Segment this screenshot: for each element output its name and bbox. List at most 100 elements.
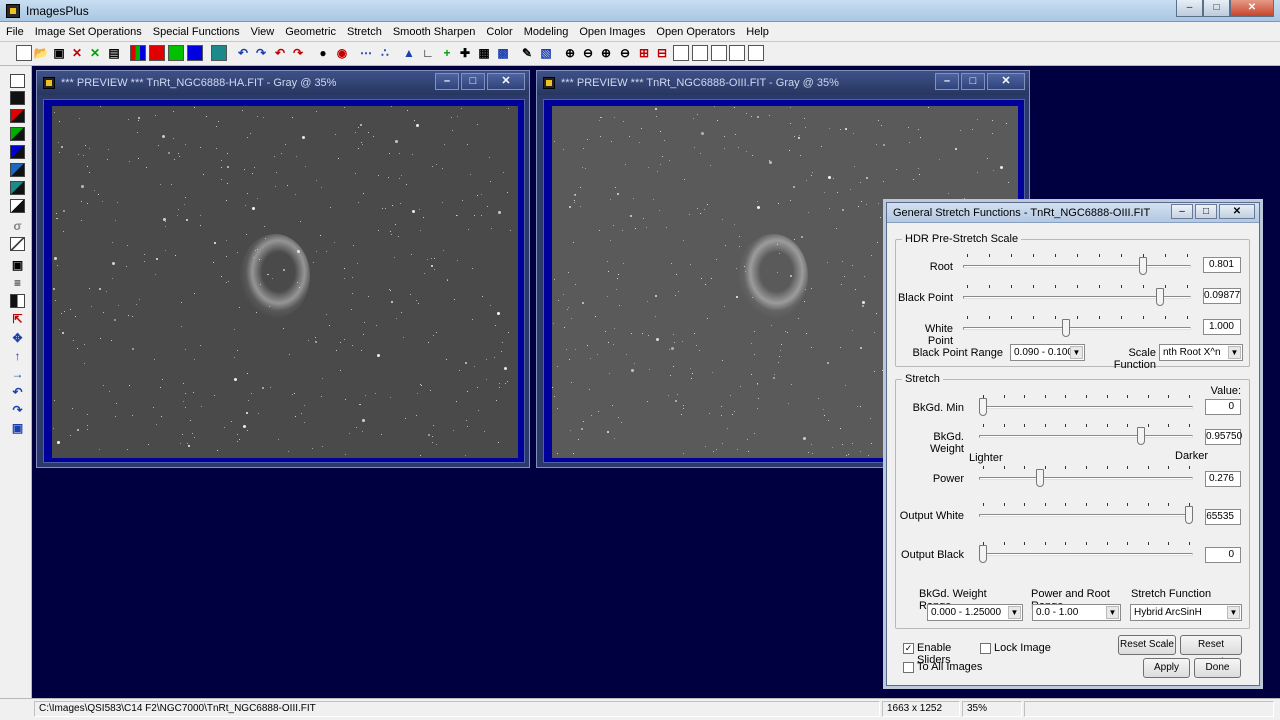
- output-white-value[interactable]: 65535: [1205, 509, 1241, 525]
- root-slider-thumb[interactable]: [1139, 257, 1147, 275]
- close-image-icon[interactable]: ✕: [69, 45, 85, 61]
- copy-icon[interactable]: ▣: [10, 421, 25, 435]
- zoom-actual-icon[interactable]: ⊖: [617, 45, 633, 61]
- chevron-down-icon[interactable]: ▼: [1070, 346, 1083, 359]
- menu-open-operators[interactable]: Open Operators: [656, 26, 735, 38]
- columns-icon[interactable]: ≡: [10, 276, 25, 290]
- undo-all-icon[interactable]: ↶: [272, 45, 288, 61]
- close-icon[interactable]: ✕: [987, 73, 1025, 90]
- bkgd-weight-slider-track[interactable]: [979, 435, 1193, 438]
- frame-1-icon[interactable]: [673, 45, 689, 61]
- minimize-icon[interactable]: –: [435, 73, 459, 90]
- menu-special-functions[interactable]: Special Functions: [153, 26, 240, 38]
- menu-help[interactable]: Help: [746, 26, 769, 38]
- chevron-down-icon[interactable]: ▼: [1008, 606, 1021, 619]
- cyan-tool-icon[interactable]: [10, 163, 25, 177]
- curve-icon[interactable]: ∟: [420, 45, 436, 61]
- zoom-fit-icon[interactable]: ⊕: [598, 45, 614, 61]
- bkgd-min-slider-track[interactable]: [979, 406, 1193, 409]
- chevron-down-icon[interactable]: ▼: [1106, 606, 1119, 619]
- gradient-tool-icon[interactable]: [10, 237, 25, 251]
- redo-icon[interactable]: ↷: [253, 45, 269, 61]
- bkgd-min-value[interactable]: 0: [1205, 399, 1241, 415]
- select-box-icon[interactable]: ▣: [10, 258, 25, 272]
- arrow-up-icon[interactable]: ↑: [10, 349, 25, 363]
- image-window-ha[interactable]: *** PREVIEW *** TnRt_NGC6888-HA.FIT - Gr…: [36, 70, 530, 468]
- menu-modeling[interactable]: Modeling: [524, 26, 569, 38]
- general-stretch-dialog[interactable]: General Stretch Functions - TnRt_NGC6888…: [886, 202, 1260, 686]
- app-title-bar[interactable]: ImagesPlus – □ ✕: [0, 0, 1280, 22]
- power-root-range-select[interactable]: 0.0 - 1.00 ▼: [1032, 604, 1121, 621]
- enable-sliders-checkbox[interactable]: ✓: [903, 643, 914, 654]
- menu-stretch[interactable]: Stretch: [347, 26, 382, 38]
- menu-image-set-operations[interactable]: Image Set Operations: [35, 26, 142, 38]
- maximize-icon[interactable]: □: [961, 73, 985, 90]
- to-all-images-checkbox[interactable]: [903, 662, 914, 673]
- black-point-range-select[interactable]: 0.090 - 0.100 ▼: [1010, 344, 1085, 361]
- save-tool-icon[interactable]: [10, 74, 25, 88]
- arrow-right-icon[interactable]: →: [10, 367, 25, 381]
- output-black-slider-thumb[interactable]: [979, 545, 987, 563]
- output-black-value[interactable]: 0: [1205, 547, 1241, 563]
- calculator-icon[interactable]: ▧: [538, 45, 554, 61]
- pencil-icon[interactable]: ✎: [519, 45, 535, 61]
- output-white-slider-thumb[interactable]: [1185, 506, 1193, 524]
- green-channel-icon[interactable]: [168, 45, 184, 61]
- image-window-title-bar[interactable]: *** PREVIEW *** TnRt_NGC6888-OIII.FIT - …: [537, 71, 1029, 95]
- black-point-slider-thumb[interactable]: [1155, 288, 1164, 306]
- close-button[interactable]: ✕: [1230, 0, 1274, 17]
- power-value[interactable]: 0.276: [1205, 471, 1241, 487]
- lock-image-checkbox[interactable]: [980, 643, 991, 654]
- grayscale-icon[interactable]: [211, 45, 227, 61]
- bkgd-min-slider-thumb[interactable]: [979, 398, 987, 416]
- maximize-icon[interactable]: □: [1195, 204, 1217, 219]
- print-icon[interactable]: ▤: [106, 45, 122, 61]
- dots-row-icon[interactable]: ⋯: [358, 45, 374, 61]
- white-point-slider-track[interactable]: [963, 327, 1191, 330]
- ha-image[interactable]: [52, 106, 518, 458]
- red-tool-icon[interactable]: [10, 109, 25, 123]
- grid-icon[interactable]: ▦: [476, 45, 492, 61]
- rgb-channels-icon[interactable]: [130, 45, 146, 61]
- frame-2-icon[interactable]: [692, 45, 708, 61]
- root-value[interactable]: 0.801: [1203, 257, 1241, 273]
- red-channel-icon[interactable]: [149, 45, 165, 61]
- move-icon[interactable]: ✥: [10, 331, 25, 345]
- crop-icon[interactable]: ⇱: [10, 312, 25, 326]
- blue-tool-icon[interactable]: [10, 145, 25, 159]
- dots-tree-icon[interactable]: ∴: [377, 45, 393, 61]
- menu-color[interactable]: Color: [486, 26, 512, 38]
- point-icon[interactable]: ●: [315, 45, 331, 61]
- crosshair-icon[interactable]: ✚: [457, 45, 473, 61]
- save-icon[interactable]: ▣: [51, 45, 67, 61]
- menu-file[interactable]: File: [6, 26, 24, 38]
- blue-channel-icon[interactable]: [187, 45, 203, 61]
- menu-smooth-sharpen[interactable]: Smooth Sharpen: [393, 26, 476, 38]
- white-point-value[interactable]: 1.000: [1203, 319, 1241, 335]
- bkgd-weight-range-select[interactable]: 0.000 - 1.25000 ▼: [927, 604, 1023, 621]
- dialog-title-bar[interactable]: General Stretch Functions - TnRt_NGC6888…: [887, 203, 1259, 223]
- crosshair-add-icon[interactable]: +: [439, 45, 455, 61]
- image-window-title-bar[interactable]: *** PREVIEW *** TnRt_NGC6888-HA.FIT - Gr…: [37, 71, 529, 95]
- stretch-function-select[interactable]: Hybrid ArcSinH ▼: [1130, 604, 1242, 621]
- close-icon[interactable]: ✕: [1219, 204, 1255, 219]
- output-black-slider-track[interactable]: [979, 553, 1193, 556]
- bkgd-weight-slider-thumb[interactable]: [1136, 427, 1145, 445]
- reset-scale-button[interactable]: Reset Scale: [1118, 635, 1176, 655]
- green-tool-icon[interactable]: [10, 127, 25, 141]
- zoom-out-icon[interactable]: ⊖: [580, 45, 596, 61]
- reset-stretch-button[interactable]: Reset Stretch: [1180, 635, 1242, 668]
- minimize-icon[interactable]: –: [1171, 204, 1193, 219]
- maximize-button[interactable]: □: [1203, 0, 1230, 17]
- mask-tool-icon[interactable]: [10, 199, 25, 213]
- zoom-in-icon[interactable]: ⊕: [562, 45, 578, 61]
- white-point-slider-thumb[interactable]: [1062, 319, 1070, 337]
- frame-3-icon[interactable]: [711, 45, 727, 61]
- black-point-value[interactable]: 0.09877: [1203, 288, 1241, 304]
- bkgd-weight-value[interactable]: 0.95750: [1205, 429, 1242, 445]
- split-tool-icon[interactable]: [10, 294, 25, 308]
- subtract-box-icon[interactable]: ⊟: [654, 45, 670, 61]
- chart-icon[interactable]: ▩: [495, 45, 511, 61]
- done-button[interactable]: Done: [1194, 658, 1241, 678]
- frame-5-icon[interactable]: [748, 45, 764, 61]
